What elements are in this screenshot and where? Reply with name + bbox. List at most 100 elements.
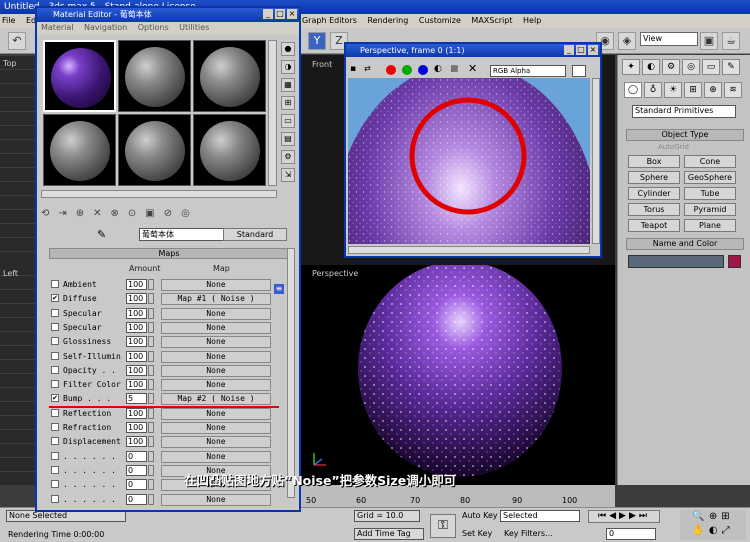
material-toolbar-icons[interactable]: ⟲⇥⊕✕⊗⊙▣⊘◎ <box>41 206 277 222</box>
map-slot-button[interactable]: None <box>161 379 271 392</box>
background-icon[interactable]: ▦ <box>281 78 295 92</box>
viewport-perspective[interactable]: Perspective <box>300 265 615 485</box>
menu-rendering[interactable]: Rendering <box>365 16 408 25</box>
map-enable-checkbox[interactable]: ✔ <box>51 394 59 403</box>
map-amount-field[interactable]: 100 <box>126 407 147 419</box>
blue-channel-icon[interactable] <box>418 65 428 75</box>
map-enable-checkbox[interactable] <box>51 494 59 503</box>
map-enable-checkbox[interactable] <box>51 408 59 417</box>
object-name-field[interactable] <box>628 255 724 268</box>
map-enable-checkbox[interactable] <box>51 280 59 288</box>
amount-spinner[interactable] <box>148 479 154 491</box>
maps-rollout-header[interactable]: Maps <box>49 248 289 259</box>
display-tab-icon[interactable]: ▭ <box>702 59 720 75</box>
map-amount-field[interactable]: 100 <box>126 379 147 391</box>
pyramid-button[interactable]: Pyramid <box>684 203 736 216</box>
current-frame-field[interactable]: 0 <box>606 528 656 540</box>
map-enable-checkbox[interactable] <box>51 351 59 360</box>
sample-type-icon[interactable]: ● <box>281 42 295 56</box>
map-enable-checkbox[interactable] <box>51 337 59 346</box>
amount-spinner[interactable] <box>148 379 154 391</box>
geosphere-button[interactable]: GeoSphere <box>684 171 736 184</box>
make-preview-icon[interactable]: ▤ <box>281 132 295 146</box>
teapot-button[interactable]: Teapot <box>628 219 680 232</box>
amount-spinner[interactable] <box>148 293 154 305</box>
map-enable-checkbox[interactable] <box>51 465 59 474</box>
amount-spinner[interactable] <box>148 493 154 505</box>
amount-spinner[interactable] <box>148 336 154 348</box>
menu-maxscript[interactable]: MAXScript <box>469 16 512 25</box>
render-last-icon[interactable]: ▣ <box>700 32 718 50</box>
close-icon[interactable]: × <box>287 9 297 19</box>
menu-material[interactable]: Material <box>41 23 74 32</box>
map-enable-checkbox[interactable] <box>51 365 59 374</box>
slots-scrollbar[interactable] <box>268 40 277 186</box>
object-color-swatch[interactable] <box>728 255 741 268</box>
motion-tab-icon[interactable]: ◎ <box>682 59 700 75</box>
menu-customize[interactable]: Customize <box>417 16 461 25</box>
sample-slot-active[interactable] <box>43 40 116 112</box>
sample-slot[interactable] <box>43 114 116 186</box>
map-slot-button[interactable]: None <box>161 364 271 377</box>
video-check-icon[interactable]: ▭ <box>281 114 295 128</box>
shapes-icon[interactable]: ♁ <box>644 82 662 98</box>
cylinder-button[interactable]: Cylinder <box>628 187 680 200</box>
systems-icon[interactable]: ≋ <box>724 82 742 98</box>
amount-spinner[interactable] <box>148 321 154 333</box>
map-slot-button[interactable]: None <box>161 450 271 463</box>
lights-icon[interactable]: ☀ <box>664 82 682 98</box>
amount-spinner[interactable] <box>148 407 154 419</box>
modify-tab-icon[interactable]: ◐ <box>642 59 660 75</box>
key-mode-dropdown[interactable]: Selected <box>500 510 580 522</box>
options-icon[interactable]: ⚙ <box>281 150 295 164</box>
maps-scrollbar[interactable] <box>287 248 295 498</box>
amount-spinner[interactable] <box>148 450 154 462</box>
map-amount-field[interactable]: 100 <box>126 350 147 362</box>
amount-spinner[interactable] <box>148 307 154 319</box>
menu-help[interactable]: Help <box>521 16 541 25</box>
sample-slot[interactable] <box>118 114 191 186</box>
amount-spinner[interactable] <box>148 436 154 448</box>
undo-icon[interactable]: ↶ <box>8 32 26 50</box>
menu-options[interactable]: Options <box>138 23 169 32</box>
key-icon[interactable]: ⚿ <box>430 514 456 538</box>
color-swatch[interactable] <box>572 65 586 77</box>
clone-icon[interactable]: ⇄ <box>364 64 371 73</box>
map-slot-button[interactable]: None <box>161 493 271 506</box>
key-filters-button[interactable]: Key Filters... <box>504 529 553 538</box>
map-slot-button[interactable]: Map #1 ( Noise ) <box>161 293 271 306</box>
cone-button[interactable]: Cone <box>684 155 736 168</box>
material-type-button[interactable]: Standard <box>223 228 287 241</box>
amount-spinner[interactable] <box>148 393 154 405</box>
map-amount-field[interactable]: 100 <box>126 364 147 376</box>
viewport-nav-icons[interactable]: 🔍⊕⊞ ✋◐⤢ <box>680 510 746 540</box>
render-vscrollbar[interactable] <box>592 78 600 244</box>
amount-spinner[interactable] <box>148 279 154 290</box>
torus-button[interactable]: Torus <box>628 203 680 216</box>
amount-spinner[interactable] <box>148 350 154 362</box>
close-icon[interactable]: × <box>588 45 598 55</box>
alpha-channel-icon[interactable]: ◐ <box>434 64 442 74</box>
plane-button[interactable]: Plane <box>684 219 736 232</box>
menu-utilities[interactable]: Utilities <box>179 23 209 32</box>
map-amount-field[interactable]: 100 <box>126 307 147 319</box>
sample-slot[interactable] <box>193 40 266 112</box>
viewport-top[interactable]: Top <box>0 55 40 265</box>
map-enable-checkbox[interactable] <box>51 480 59 489</box>
green-channel-icon[interactable] <box>402 65 412 75</box>
playback-controls[interactable]: ⏮◀▶▶⏭ <box>588 510 660 523</box>
render-view-dropdown[interactable]: View <box>640 32 698 46</box>
mono-icon[interactable]: ■ <box>450 64 459 74</box>
red-channel-icon[interactable] <box>386 65 396 75</box>
teapot-icon[interactable]: ☕ <box>722 32 740 50</box>
amount-spinner[interactable] <box>148 422 154 433</box>
map-amount-field[interactable]: 100 <box>126 321 147 333</box>
object-type-rollout[interactable]: Object Type <box>626 129 744 141</box>
category-dropdown[interactable]: Standard Primitives <box>632 105 736 118</box>
save-image-icon[interactable]: ▪ <box>350 64 356 74</box>
add-time-tag-button[interactable]: Add Time Tag <box>354 528 424 540</box>
pick-material-icon[interactable]: ✎ <box>97 228 106 241</box>
map-amount-field[interactable]: 100 <box>126 336 147 348</box>
cameras-icon[interactable]: ⊞ <box>684 82 702 98</box>
map-enable-checkbox[interactable] <box>51 451 59 460</box>
